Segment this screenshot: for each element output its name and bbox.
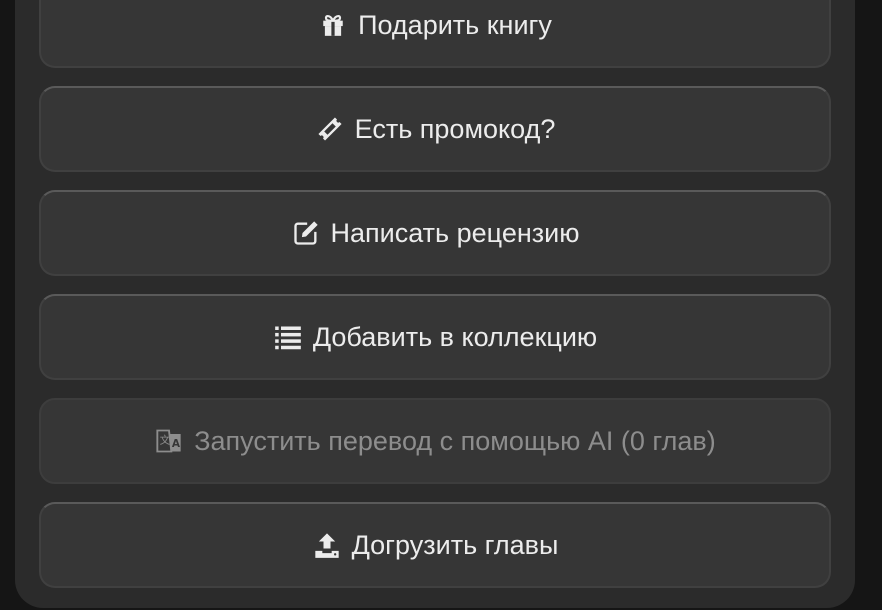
write-review-button[interactable]: Написать рецензию xyxy=(39,190,831,276)
list-icon xyxy=(273,322,303,352)
ai-translate-label: Запустить перевод с помощью AI (0 глав) xyxy=(194,425,716,456)
ticket-icon xyxy=(315,114,345,144)
gift-icon xyxy=(318,10,348,40)
ai-translate-button[interactable]: 文 A Запустить перевод с помощью AI (0 гл… xyxy=(39,398,831,484)
translate-icon: 文 A xyxy=(154,426,184,456)
gift-book-button[interactable]: Подарить книгу xyxy=(39,0,831,68)
gift-book-label: Подарить книгу xyxy=(358,9,552,40)
edit-icon xyxy=(291,218,321,248)
svg-text:A: A xyxy=(172,438,181,450)
upload-chapters-button[interactable]: Догрузить главы xyxy=(39,502,831,588)
add-to-collection-button[interactable]: Добавить в коллекцию xyxy=(39,294,831,380)
upload-chapters-label: Догрузить главы xyxy=(351,529,559,560)
write-review-label: Написать рецензию xyxy=(330,217,580,248)
add-to-collection-label: Добавить в коллекцию xyxy=(312,321,598,352)
upload-icon xyxy=(312,530,342,560)
promo-code-button[interactable]: Есть промокод? xyxy=(39,86,831,172)
promo-code-label: Есть промокод? xyxy=(354,113,556,144)
svg-text:文: 文 xyxy=(160,433,171,446)
